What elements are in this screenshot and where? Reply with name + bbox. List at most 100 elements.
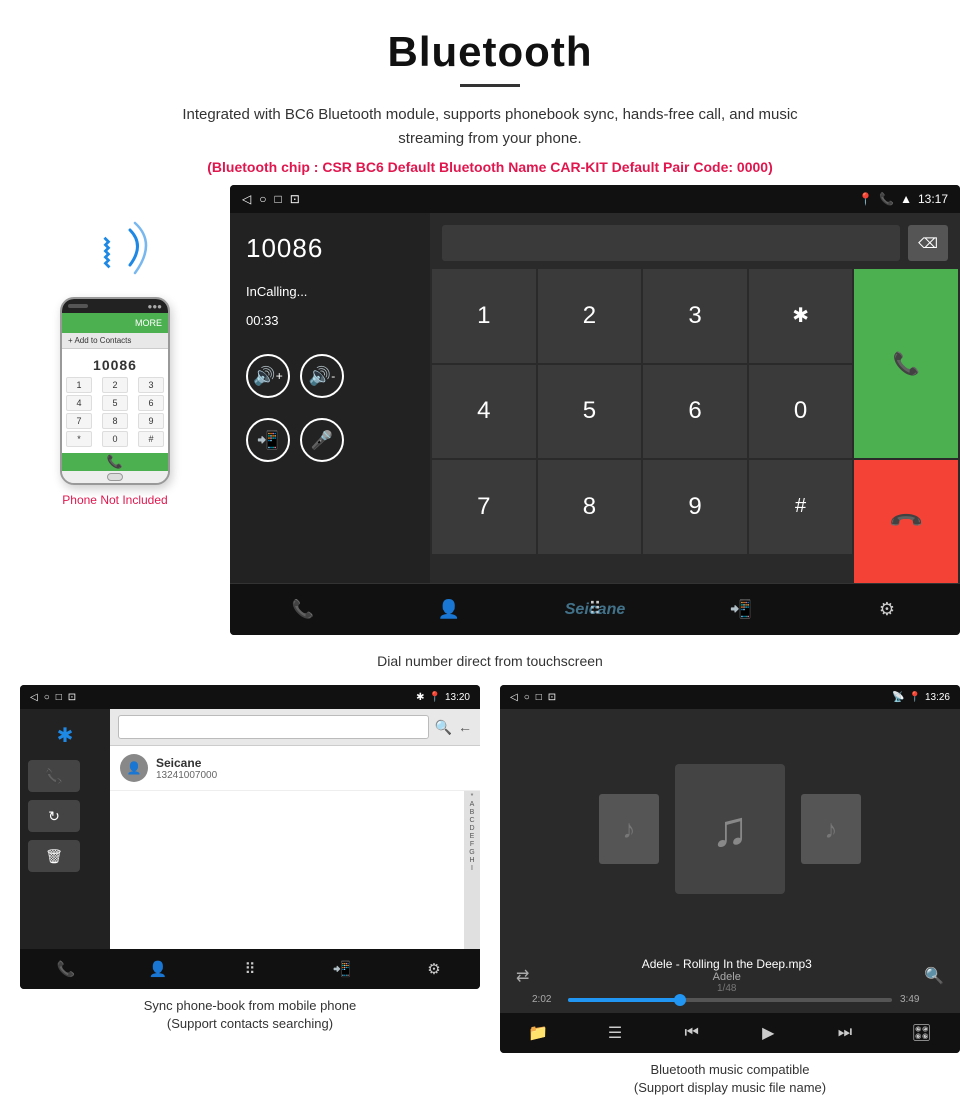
call-end-button[interactable]: 📞	[854, 460, 958, 583]
dial-key-6[interactable]: 6	[643, 365, 747, 459]
car-bottom-bar: 📞 👤 ⠿ Seicane 📲 ⚙	[230, 583, 960, 635]
back-nav-icon: ◁	[242, 192, 251, 206]
phone-add-contact: + Add to Contacts	[62, 333, 168, 349]
mic-icon: 🎤	[311, 430, 333, 451]
music-next-btn[interactable]: ⏭	[825, 1015, 865, 1051]
dialpad-grid: 1 2 3 ✱ 📞 4 5 6 0 7 8 9 #	[430, 269, 960, 583]
music-progress-bar[interactable]	[568, 998, 892, 1002]
dial-key-1[interactable]: 1	[432, 269, 536, 363]
pb-contacts-list: 🔍 ← 👤 Seicane 13241007000	[110, 709, 480, 949]
music-note-icon-right: ♪	[825, 814, 838, 845]
pb-screenshot-icon: ⊡	[68, 692, 76, 703]
music-col: ◁ ○ □ ⊡ 📡 📍 13:26 ♪	[500, 685, 960, 1097]
music-side-album-art-left: ♪	[599, 794, 659, 864]
dial-key-4[interactable]: 4	[432, 365, 536, 459]
phonebook-col: ◁ ○ □ ⊡ ✱ 📍 13:20 ✱	[20, 685, 480, 1097]
pb-contact-name: Seicane	[156, 756, 470, 770]
phone-call-bar[interactable]: 📞	[62, 453, 168, 471]
music-progress-handle[interactable]	[674, 994, 686, 1006]
pb-time: 13:20	[445, 692, 470, 703]
dial-key-0[interactable]: 0	[749, 365, 853, 459]
music-next-icon: ⏭	[838, 1024, 852, 1042]
pb-back-icon: ◁	[30, 692, 38, 703]
pb-home-icon: ○	[44, 692, 50, 703]
music-main-content: ♪ ♫ ♪	[500, 709, 960, 949]
transfer-call-button[interactable]: 📲	[246, 418, 290, 462]
pb-status-bar: ◁ ○ □ ⊡ ✱ 📍 13:20	[20, 685, 480, 709]
dial-key-hash[interactable]: #	[749, 460, 853, 554]
dial-key-2[interactable]: 2	[538, 269, 642, 363]
pb-call-btn[interactable]: 📞	[28, 760, 80, 792]
car-status-left: ◁ ○ □ ⊡	[242, 192, 300, 206]
pb-bottom-dialpad-btn[interactable]: ⠿	[230, 951, 270, 987]
dialpad-input-box[interactable]	[442, 225, 900, 261]
pb-bottom-bar: 📞 👤 ⠿ 📲 ⚙	[20, 949, 480, 989]
music-prev-btn[interactable]: ⏮	[672, 1015, 712, 1051]
dial-key-9[interactable]: 9	[643, 460, 747, 554]
dial-key-3[interactable]: 3	[643, 269, 747, 363]
pb-bottom-settings-btn[interactable]: ⚙	[414, 951, 454, 987]
phone-image-column: ⦚ ●●● MORE + Add to Contacts 10086 123	[20, 185, 210, 507]
svg-text:⦚: ⦚	[103, 234, 111, 276]
specs-line: (Bluetooth chip : CSR BC6 Default Blueto…	[20, 159, 960, 175]
home-nav-icon: ○	[259, 192, 266, 206]
music-time: 13:26	[925, 692, 950, 703]
car-status-bar: ◁ ○ □ ⊡ 📍 📞 ▲ 13:17	[230, 185, 960, 213]
pb-bottom-contacts-btn[interactable]: 👤	[138, 951, 178, 987]
bottom-settings-icon: ⚙	[879, 599, 895, 620]
bottom-settings-button[interactable]: ⚙	[862, 590, 912, 630]
bottom-transfer-icon: 📲	[730, 599, 752, 620]
pb-search-input[interactable]	[118, 715, 429, 739]
pb-bt-icon: ✱	[416, 692, 424, 703]
page-title: Bluetooth	[20, 28, 960, 76]
music-caption-line1: Bluetooth music compatible	[651, 1062, 810, 1077]
music-shuffle-icon[interactable]: ⇄	[516, 968, 529, 985]
dialpad-input-row: ⌫	[430, 213, 960, 269]
music-info-section: ⇄ Adele - Rolling In the Deep.mp3 Adele …	[500, 949, 960, 1013]
pb-search-row: 🔍 ←	[110, 709, 480, 746]
bottom-call-button[interactable]: 📞	[278, 590, 328, 630]
music-eq-btn[interactable]: 🎛	[902, 1015, 942, 1051]
backspace-icon: ⌫	[918, 235, 938, 252]
phonebook-caption-line1: Sync phone-book from mobile phone	[144, 998, 356, 1013]
dial-key-7[interactable]: 7	[432, 460, 536, 554]
music-bt-icon: 📡	[892, 692, 904, 703]
dial-key-star[interactable]: ✱	[749, 269, 853, 363]
pb-bottom-call-btn[interactable]: 📞	[46, 951, 86, 987]
pb-bottom-settings-icon: ⚙	[427, 960, 440, 978]
dial-key-5[interactable]: 5	[538, 365, 642, 459]
volume-down-button[interactable]: 🔊-	[300, 354, 344, 398]
music-caption-line2: (Support display music file name)	[634, 1080, 826, 1095]
bottom-transfer-button[interactable]: 📲	[716, 590, 766, 630]
music-status-bar: ◁ ○ □ ⊡ 📡 📍 13:26	[500, 685, 960, 709]
music-search-icon[interactable]: 🔍	[924, 968, 944, 985]
music-song-title: Adele - Rolling In the Deep.mp3	[529, 957, 924, 971]
pb-back-btn[interactable]: ←	[458, 719, 472, 735]
dial-key-8[interactable]: 8	[538, 460, 642, 554]
music-current-time: 2:02	[532, 994, 560, 1005]
music-note-icon-left: ♪	[623, 814, 636, 845]
phonebook-caption: Sync phone-book from mobile phone (Suppo…	[144, 997, 356, 1033]
music-folder-btn[interactable]: 📁	[518, 1015, 558, 1051]
music-list-btn[interactable]: ☰	[595, 1015, 635, 1051]
backspace-button[interactable]: ⌫	[908, 225, 948, 261]
music-main-album-art: ♫	[675, 764, 785, 894]
pb-bottom-transfer-icon: 📲	[333, 960, 352, 978]
dial-section: ⦚ ●●● MORE + Add to Contacts 10086 123	[0, 185, 980, 645]
volume-up-icon: 🔊	[253, 366, 275, 387]
pb-delete-btn[interactable]: 🗑	[28, 840, 80, 872]
music-note-icon-main: ♫	[711, 800, 749, 858]
bottom-contacts-button[interactable]: 👤	[424, 590, 474, 630]
pb-delete-icon: 🗑	[45, 848, 63, 865]
music-screen: ◁ ○ □ ⊡ 📡 📍 13:26 ♪	[500, 685, 960, 1053]
car-main-content: 10086 InCalling... 00:33 🔊+ 🔊- 📲	[230, 213, 960, 583]
pb-bottom-transfer-btn[interactable]: 📲	[322, 951, 362, 987]
volume-up-button[interactable]: 🔊+	[246, 354, 290, 398]
pb-avatar-icon: 👤	[127, 761, 142, 775]
pb-sync-btn[interactable]: ↻	[28, 800, 80, 832]
music-play-btn[interactable]: ▶	[748, 1015, 788, 1051]
bottom-dialpad-button[interactable]: ⠿ Seicane	[570, 590, 620, 630]
mute-button[interactable]: 🎤	[300, 418, 344, 462]
call-accept-button[interactable]: 📞	[854, 269, 958, 458]
phonebook-screen: ◁ ○ □ ⊡ ✱ 📍 13:20 ✱	[20, 685, 480, 989]
